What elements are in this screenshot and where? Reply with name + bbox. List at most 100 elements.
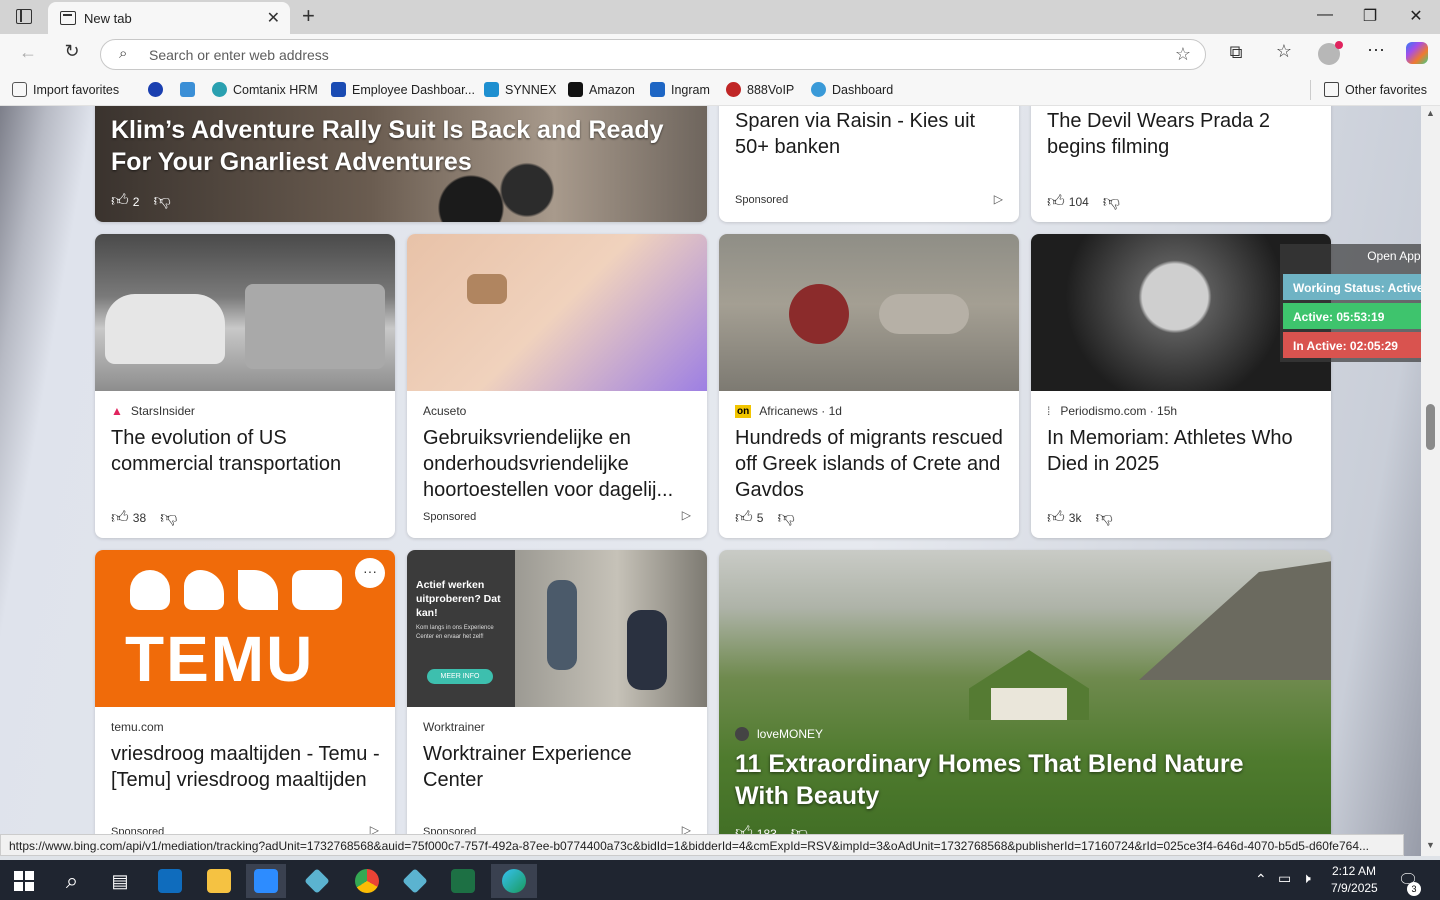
tray-chevron-icon[interactable]: ⌃ <box>1255 871 1267 888</box>
bookmark-h[interactable] <box>180 82 201 97</box>
like-icon[interactable]: 👍︎ <box>1047 507 1065 528</box>
card-source: on Africanews · 1d <box>735 404 842 418</box>
card-migrants[interactable]: on Africanews · 1d Hundreds of migrants … <box>719 234 1019 538</box>
dislike-icon[interactable]: 👎︎ <box>1095 507 1112 528</box>
clock-time[interactable]: 2:12 AM <box>1332 864 1376 878</box>
task-view-icon[interactable]: ▤ <box>100 864 140 898</box>
hero-card[interactable]: Klim’s Adventure Rally Suit Is Back and … <box>95 106 707 222</box>
excel-icon[interactable] <box>443 864 483 898</box>
back-button[interactable]: ← <box>14 42 42 63</box>
profile-avatar[interactable] <box>1318 41 1343 65</box>
card-source: Worktrainer <box>423 720 485 734</box>
zoom-icon <box>148 82 163 97</box>
ad-choices-icon[interactable]: ▷ <box>994 192 1003 206</box>
like-count: 5 <box>756 510 764 525</box>
bookmark-comtanix[interactable]: Comtanix HRM <box>212 82 318 97</box>
bookmark-other-favorites[interactable]: Other favorites <box>1324 82 1427 97</box>
card-extraordinary-homes[interactable]: loveMONEY 11 Extraordinary Homes That Bl… <box>719 550 1331 856</box>
card-raisin[interactable]: Sparen via Raisin - Kies uit 50+ banken … <box>719 106 1019 222</box>
edge-icon[interactable] <box>491 864 537 898</box>
windows-start-icon[interactable] <box>4 864 44 898</box>
clock-date[interactable]: 7/9/2025 <box>1331 881 1378 895</box>
outlook-icon[interactable] <box>150 864 190 898</box>
card-worktrainer[interactable]: Actief werken uitproberen? Dat kan! Kom … <box>407 550 707 856</box>
card-age: · 15h <box>1149 404 1178 418</box>
bookmark-employee-dashboard[interactable]: Employee Dashboar... <box>331 82 475 97</box>
like-count: 2 <box>132 195 140 209</box>
meer-info-button[interactable]: MEER INFO <box>427 669 493 684</box>
dashboard-icon <box>811 82 826 97</box>
card-acuseto[interactable]: Acuseto Gebruiksvriendelijke en onderhou… <box>407 234 707 538</box>
card-footer: 👍︎ 38 👎︎ <box>111 507 177 528</box>
card-temu[interactable]: TEMU ··· temu.com vriesdroog maaltijden … <box>95 550 395 856</box>
address-bar[interactable]: ⌕ Search or enter web address ☆ <box>100 39 1206 70</box>
like-icon[interactable]: 👍︎ <box>111 507 129 528</box>
like-icon[interactable]: 👍︎ <box>111 190 129 211</box>
card-source: loveMONEY <box>735 727 823 741</box>
card-source: Acuseto <box>423 404 467 418</box>
comtanix-icon <box>212 82 227 97</box>
more-menu-icon[interactable]: ⋯ <box>1362 40 1390 61</box>
taskbar: ⌕ ▤ ⌃ ▭ 🕨︎ 2:12 AM 7/9/2025 🗨︎ 3 <box>0 860 1440 900</box>
app-diamond-icon[interactable] <box>297 864 337 898</box>
more-options-button[interactable]: ··· <box>355 558 385 588</box>
starsinsider-icon: ▲ <box>111 404 123 418</box>
like-count: 38 <box>132 510 147 525</box>
card-title: Worktrainer Experience Center <box>423 743 632 791</box>
tab-new-tab[interactable]: New tab ✕ <box>48 2 290 34</box>
bookmark-zoom[interactable] <box>148 82 169 97</box>
folder-icon <box>1324 82 1339 97</box>
vertical-scrollbar[interactable]: ▲ ▼ <box>1421 106 1440 856</box>
scroll-thumb[interactable] <box>1426 404 1435 450</box>
like-count: 104 <box>1068 194 1089 209</box>
inactive-timer: In Active: 02:05:29 <box>1283 332 1434 358</box>
card-title: Sparen via Raisin - Kies uit 50+ banken <box>735 110 976 158</box>
working-status: Working Status: Active <box>1283 274 1434 300</box>
card-devil-wears-prada[interactable]: The Devil Wears Prada 2 begins filming 👍… <box>1031 106 1331 222</box>
zoom-icon[interactable] <box>246 864 286 898</box>
bookmark-synnex[interactable]: SYNNEX <box>484 82 556 97</box>
employee-dashboard-icon <box>331 82 346 97</box>
like-icon[interactable]: 👍︎ <box>1047 191 1065 212</box>
card-us-transportation[interactable]: ▲ StarsInsider The evolution of US comme… <box>95 234 395 538</box>
periodismo-icon: ⁞ <box>1047 404 1051 418</box>
file-explorer-icon[interactable] <box>199 864 239 898</box>
minimize-button[interactable]: — <box>1310 6 1340 24</box>
copilot-icon[interactable] <box>1406 42 1428 64</box>
temu-logo: TEMU <box>125 623 315 695</box>
migrants-beach-image <box>719 234 1019 391</box>
dislike-icon[interactable]: 👎︎ <box>1103 191 1120 212</box>
bookmark-amazon[interactable]: Amazon <box>568 82 635 97</box>
close-window-button[interactable]: ✕ <box>1401 6 1431 26</box>
favorites-icon[interactable]: ☆ <box>1270 41 1298 62</box>
bookmark-import-favorites[interactable]: Import favorites <box>12 82 119 97</box>
card-title: Hundreds of migrants rescued off Greek i… <box>735 427 1003 501</box>
import-icon <box>12 82 27 97</box>
scroll-up-arrow[interactable]: ▲ <box>1426 108 1435 118</box>
work-status-widget: Open App ↗ Working Status: Active Active… <box>1280 244 1438 362</box>
search-icon[interactable]: ⌕ <box>52 864 92 898</box>
card-title: The Devil Wears Prada 2 begins filming <box>1047 110 1271 158</box>
extensions-icon[interactable]: ⧉ <box>1222 42 1250 63</box>
volume-icon[interactable]: 🕨︎ <box>1302 870 1311 887</box>
chrome-icon[interactable] <box>347 864 387 898</box>
tab-actions-icon[interactable] <box>16 9 32 24</box>
dislike-icon[interactable]: 👎︎ <box>160 507 177 528</box>
favorite-star-icon[interactable]: ☆ <box>1175 44 1191 65</box>
refresh-button[interactable]: ↻ <box>58 41 86 62</box>
bookmark-dashboard[interactable]: Dashboard <box>811 82 893 97</box>
network-icon[interactable]: ▭ <box>1278 870 1291 887</box>
scroll-down-arrow[interactable]: ▼ <box>1426 840 1435 850</box>
ad-choices-icon[interactable]: ▷ <box>682 508 691 522</box>
bookmark-ingram[interactable]: Ingram <box>650 82 710 97</box>
dislike-icon[interactable]: 👎︎ <box>153 190 170 211</box>
card-title: vriesdroog maaltijden - Temu - [Temu] vr… <box>111 743 380 791</box>
dislike-icon[interactable]: 👎︎ <box>777 507 794 528</box>
close-tab-icon[interactable]: ✕ <box>267 8 280 28</box>
sponsored-label: Sponsored <box>735 194 789 206</box>
like-icon[interactable]: 👍︎ <box>735 507 753 528</box>
app-diamond-2-icon[interactable] <box>395 864 435 898</box>
restore-button[interactable]: ❐ <box>1355 6 1385 26</box>
bookmark-888voip[interactable]: 888VoIP <box>726 82 794 97</box>
new-tab-button[interactable]: + <box>302 3 315 29</box>
